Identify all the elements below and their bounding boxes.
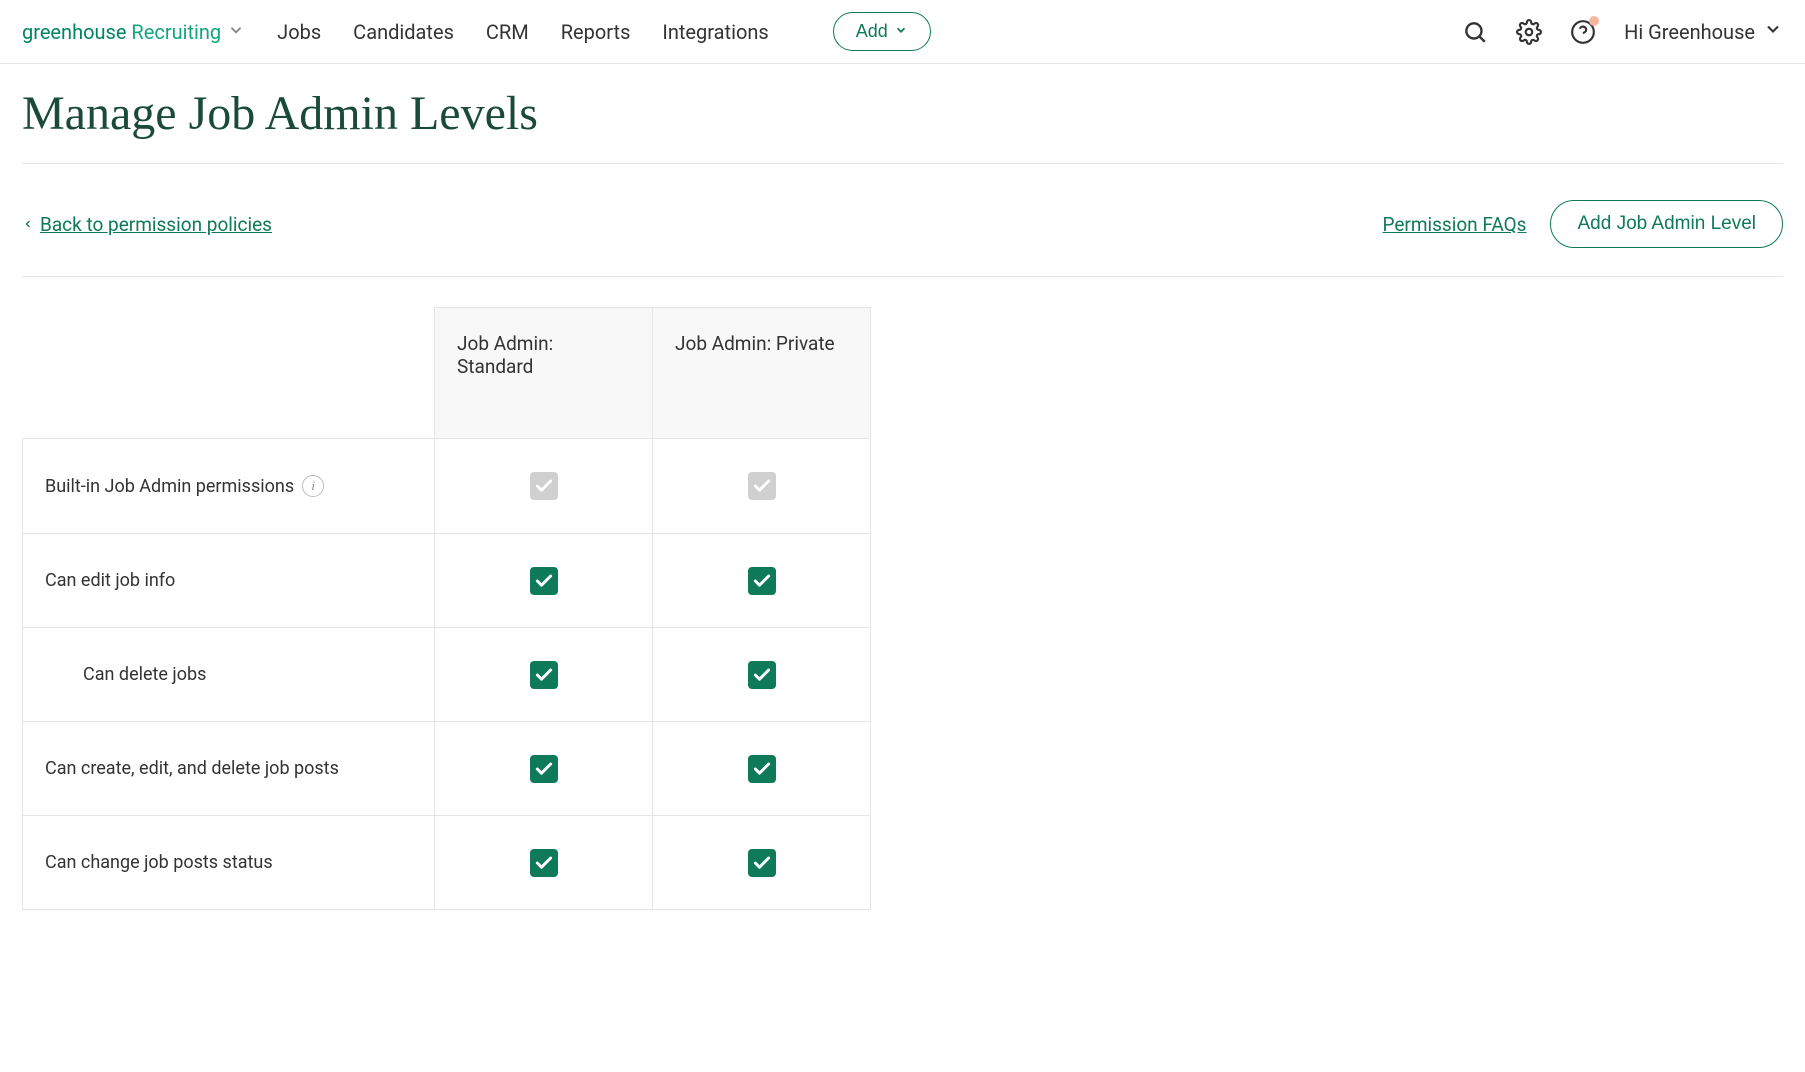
nav-jobs[interactable]: Jobs bbox=[277, 20, 321, 44]
table-row: Can create, edit, and delete job posts bbox=[23, 722, 871, 816]
back-link-text: Back to permission policies bbox=[40, 213, 272, 236]
table-row: Can change job posts status bbox=[23, 816, 871, 910]
permission-checkbox[interactable] bbox=[530, 755, 558, 783]
logo-text-2: Recruiting bbox=[126, 20, 221, 44]
search-icon[interactable] bbox=[1462, 19, 1488, 45]
permission-checkbox[interactable] bbox=[530, 567, 558, 595]
permissions-table: Job Admin: Standard Job Admin: Private B… bbox=[22, 307, 871, 910]
chevron-down-icon bbox=[227, 21, 245, 43]
info-icon[interactable]: i bbox=[302, 475, 324, 497]
table-row: Can delete jobs bbox=[23, 628, 871, 722]
subheader-right: Permission FAQs Add Job Admin Level bbox=[1382, 200, 1783, 248]
user-menu[interactable]: Hi Greenhouse bbox=[1624, 19, 1783, 44]
subheader-bar: Back to permission policies Permission F… bbox=[22, 163, 1783, 277]
table-row: Can edit job info bbox=[23, 534, 871, 628]
chevron-down-icon bbox=[894, 21, 908, 42]
column-header-standard: Job Admin: Standard bbox=[435, 308, 653, 439]
notification-dot bbox=[1589, 16, 1599, 26]
nav-integrations[interactable]: Integrations bbox=[662, 20, 768, 44]
logo-text-1: greenhouse bbox=[22, 20, 126, 44]
permission-label: Built-in Job Admin permissionsi bbox=[23, 439, 434, 533]
permission-checkbox bbox=[530, 472, 558, 500]
permission-checkbox[interactable] bbox=[530, 849, 558, 877]
permission-faqs-link[interactable]: Permission FAQs bbox=[1382, 213, 1526, 236]
add-button-label: Add bbox=[856, 21, 888, 42]
table-row: Built-in Job Admin permissionsi bbox=[23, 439, 871, 534]
topnav-right: Hi Greenhouse bbox=[1462, 19, 1783, 45]
chevron-left-icon bbox=[22, 216, 34, 232]
permission-checkbox[interactable] bbox=[748, 661, 776, 689]
empty-header-cell bbox=[23, 308, 435, 439]
nav-candidates[interactable]: Candidates bbox=[353, 20, 454, 44]
product-switcher[interactable]: greenhouse Recruiting bbox=[22, 20, 245, 44]
permission-label: Can create, edit, and delete job posts bbox=[23, 722, 434, 815]
page-title: Manage Job Admin Levels bbox=[22, 86, 1783, 141]
permission-checkbox[interactable] bbox=[530, 661, 558, 689]
column-header-private: Job Admin: Private bbox=[653, 308, 871, 439]
permission-checkbox[interactable] bbox=[748, 567, 776, 595]
greeting-text: Hi Greenhouse bbox=[1624, 20, 1755, 44]
chevron-down-icon bbox=[1763, 19, 1783, 44]
main-nav-links: Jobs Candidates CRM Reports Integrations bbox=[277, 20, 769, 44]
add-button[interactable]: Add bbox=[833, 12, 931, 51]
permission-checkbox[interactable] bbox=[748, 755, 776, 783]
help-icon[interactable] bbox=[1570, 19, 1596, 45]
permission-label: Can delete jobs bbox=[23, 628, 434, 721]
back-link[interactable]: Back to permission policies bbox=[22, 213, 272, 236]
top-navigation: greenhouse Recruiting Jobs Candidates CR… bbox=[0, 0, 1805, 64]
permission-checkbox bbox=[748, 472, 776, 500]
gear-icon[interactable] bbox=[1516, 19, 1542, 45]
permission-checkbox[interactable] bbox=[748, 849, 776, 877]
add-job-admin-level-button[interactable]: Add Job Admin Level bbox=[1550, 200, 1783, 248]
nav-reports[interactable]: Reports bbox=[561, 20, 631, 44]
nav-crm[interactable]: CRM bbox=[486, 20, 529, 44]
permission-label: Can change job posts status bbox=[23, 816, 434, 909]
permission-label: Can edit job info bbox=[23, 534, 434, 627]
